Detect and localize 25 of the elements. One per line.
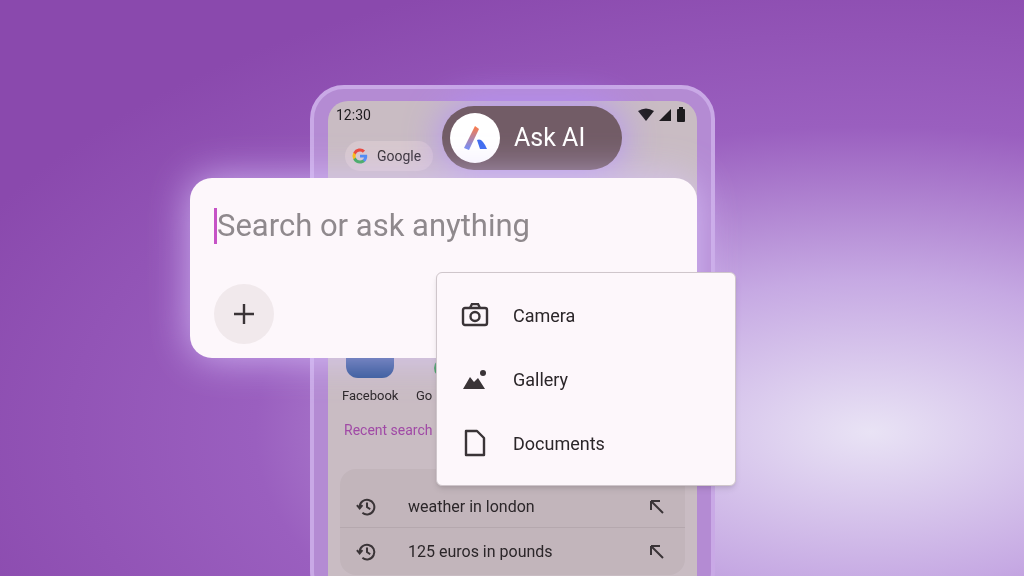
- arrow-up-left-icon: [649, 543, 665, 560]
- google-chip[interactable]: Google: [345, 141, 434, 171]
- menu-item[interactable]: Gallery: [437, 347, 735, 411]
- google-logo-icon: [351, 147, 369, 165]
- search-field[interactable]: Search or ask anything: [217, 202, 657, 250]
- history-icon: [356, 496, 378, 518]
- query-text: 125 euros in pounds: [408, 540, 554, 563]
- shortcut-label[interactable]: Go: [414, 386, 433, 406]
- chip-label: Google: [377, 146, 422, 166]
- camera-icon: [461, 303, 489, 327]
- menu-item[interactable]: Camera: [437, 283, 735, 347]
- status-time: 12:30: [336, 105, 371, 125]
- arrow-up-left-icon: [649, 499, 665, 515]
- app-icon[interactable]: [346, 358, 394, 378]
- text-cursor: [214, 208, 217, 244]
- document-icon: [464, 429, 486, 457]
- image-icon: [463, 369, 487, 389]
- shortcut-label[interactable]: Facebook: [340, 386, 399, 406]
- ask-ai-pill[interactable]: Ask AI: [442, 106, 622, 170]
- section-heading: Recent search: [344, 421, 434, 440]
- query-text: weather in london: [408, 496, 536, 518]
- ask-ai-label: Ask AI: [514, 122, 586, 155]
- plus-icon: [233, 303, 255, 325]
- recent-search-row[interactable]: 125 euros in pounds: [340, 527, 685, 575]
- ask-ai-logo-icon: [450, 113, 500, 163]
